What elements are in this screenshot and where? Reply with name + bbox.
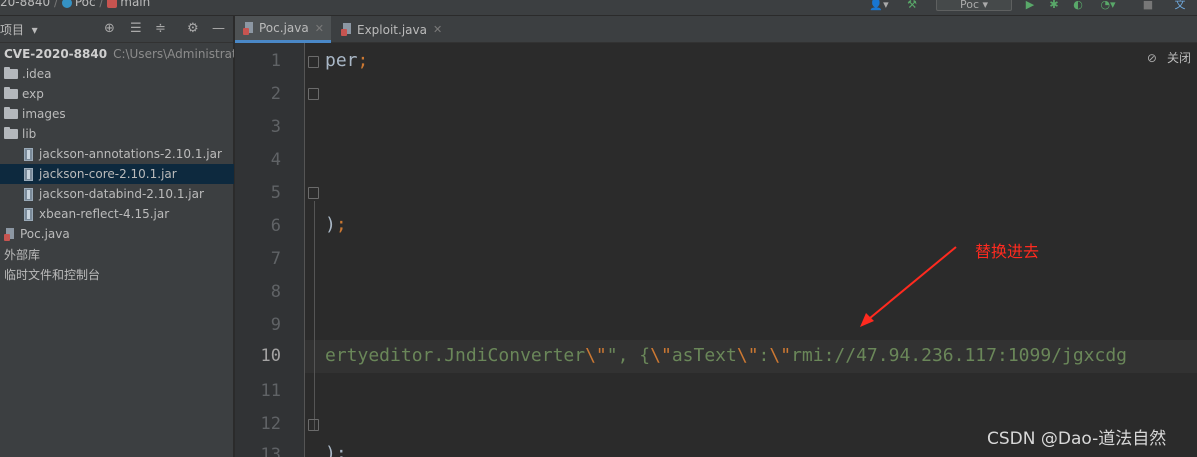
fold-marker-icon[interactable] — [308, 187, 319, 199]
folder-icon — [4, 107, 18, 119]
close-icon[interactable]: ✕ — [433, 23, 442, 36]
translate-icon[interactable]: 文 — [1170, 0, 1190, 11]
java-file-icon — [4, 227, 16, 241]
line-number: 8 — [270, 282, 281, 302]
line-number-current: 10 — [260, 346, 281, 366]
breadcrumb-project[interactable]: 20-8840 — [0, 0, 50, 9]
line-number: 1 — [270, 51, 281, 71]
code-line-10: ertyeditor.JndiConverter\"", {\"asText\"… — [325, 345, 1128, 366]
tree-item-idea[interactable]: .idea — [0, 64, 234, 84]
line-number: 3 — [270, 117, 281, 137]
class-icon — [61, 0, 72, 8]
folder-icon — [4, 127, 18, 139]
code-line-6: ); — [325, 214, 347, 235]
reader-mode-hint[interactable]: ⊘ 关闭 — [1147, 49, 1191, 66]
locate-icon[interactable]: ⊕ — [104, 21, 115, 36]
root-path: C:\Users\Administrator — [113, 47, 234, 61]
navigation-bar: 20-8840 / Poc / main 👤▾ ⚒ Poc ▾ ▶ ✱ ◐ ◔▾… — [0, 0, 1197, 16]
code-line-1: per; — [325, 50, 369, 71]
eye-slash-icon: ⊘ — [1146, 50, 1157, 65]
jar-icon — [24, 167, 33, 181]
expand-all-icon[interactable]: ☰ — [130, 21, 142, 36]
tab-poc-java[interactable]: Poc.java ✕ — [235, 16, 331, 43]
tree-item-images[interactable]: images — [0, 104, 234, 124]
method-icon — [107, 0, 118, 8]
tree-item-exp[interactable]: exp — [0, 84, 234, 104]
tree-item-xbean-reflect[interactable]: xbean-reflect-4.15.jar — [0, 204, 234, 224]
code-editor[interactable]: 1 2 3 4 5 6 7 8 9 10 11 12 13 per; ); er… — [235, 43, 1197, 457]
line-number: 9 — [270, 315, 281, 335]
tree-item-scratches[interactable]: 临时文件和控制台 — [0, 264, 234, 284]
project-panel-header: 项目 ▾ ⊕ ☰ ≑ ⚙ — — [0, 16, 233, 43]
fold-marker-icon[interactable] — [308, 88, 319, 100]
build-icon[interactable]: ⚒ — [902, 0, 922, 11]
run-icon[interactable]: ▶ — [1022, 0, 1038, 11]
line-number: 2 — [270, 84, 281, 104]
line-number: 11 — [260, 381, 281, 401]
profile-icon[interactable]: ◔▾ — [1096, 0, 1120, 11]
code-line-13: ); — [325, 443, 347, 457]
run-config-label: Poc — [959, 0, 979, 11]
fold-guide — [314, 201, 315, 431]
debug-icon[interactable]: ✱ — [1046, 0, 1062, 11]
tree-item-jackson-core[interactable]: jackson-core-2.10.1.jar — [0, 164, 234, 184]
stop-icon[interactable]: ■ — [1140, 0, 1156, 11]
hide-icon[interactable]: — — [212, 21, 225, 36]
root-name: CVE-2020-8840 — [4, 47, 108, 61]
close-label: 关闭 — [1166, 51, 1191, 65]
annotation-arrow-icon — [860, 246, 957, 327]
tree-item-jackson-databind[interactable]: jackson-databind-2.10.1.jar — [0, 184, 234, 204]
tab-exploit-java[interactable]: Exploit.java ✕ — [333, 16, 445, 43]
fold-marker-icon[interactable] — [308, 56, 319, 68]
line-number: 6 — [270, 216, 281, 236]
line-number: 5 — [270, 183, 281, 203]
folder-icon — [4, 87, 18, 99]
jar-icon — [24, 147, 33, 161]
project-panel-title[interactable]: 项目 ▾ — [0, 21, 38, 38]
editor-tabs: Poc.java ✕ Exploit.java ✕ — [235, 16, 1197, 43]
line-number: 4 — [270, 150, 281, 170]
line-number: 12 — [260, 414, 281, 434]
jar-icon — [24, 187, 33, 201]
java-file-icon — [341, 23, 353, 36]
close-icon[interactable]: ✕ — [315, 22, 324, 35]
breadcrumb-method[interactable]: main — [120, 0, 150, 9]
tree-item-external-libraries[interactable]: 外部库 — [0, 244, 234, 264]
line-number: 7 — [270, 249, 281, 269]
fold-marker-icon[interactable] — [308, 419, 319, 431]
annotation-text: 替换进去 — [975, 242, 1040, 261]
run-config-select[interactable]: Poc ▾ — [936, 0, 1012, 11]
line-number: 13 — [260, 445, 281, 457]
breadcrumb-class[interactable]: Poc — [75, 0, 96, 9]
breadcrumb: 20-8840 / Poc / main — [0, 0, 150, 9]
coverage-icon[interactable]: ◐ — [1070, 0, 1086, 11]
java-file-icon — [243, 21, 255, 35]
tree-root[interactable]: CVE-2020-8840 C:\Users\Administrator — [0, 44, 234, 64]
watermark: CSDN @Dao-道法自然 — [987, 429, 1167, 449]
tree-item-jackson-annotations[interactable]: jackson-annotations-2.10.1.jar — [0, 144, 234, 164]
gear-icon[interactable]: ⚙ — [187, 21, 199, 36]
tree-item-lib[interactable]: lib — [0, 124, 234, 144]
jar-icon — [24, 207, 33, 221]
collapse-all-icon[interactable]: ≑ — [155, 21, 166, 36]
project-panel: 项目 ▾ ⊕ ☰ ≑ ⚙ — CVE-2020-8840 C:\Users\Ad… — [0, 16, 234, 457]
user-icon[interactable]: 👤▾ — [866, 0, 892, 11]
folder-icon — [4, 67, 18, 79]
tree-item-poc-java[interactable]: Poc.java — [0, 224, 234, 244]
